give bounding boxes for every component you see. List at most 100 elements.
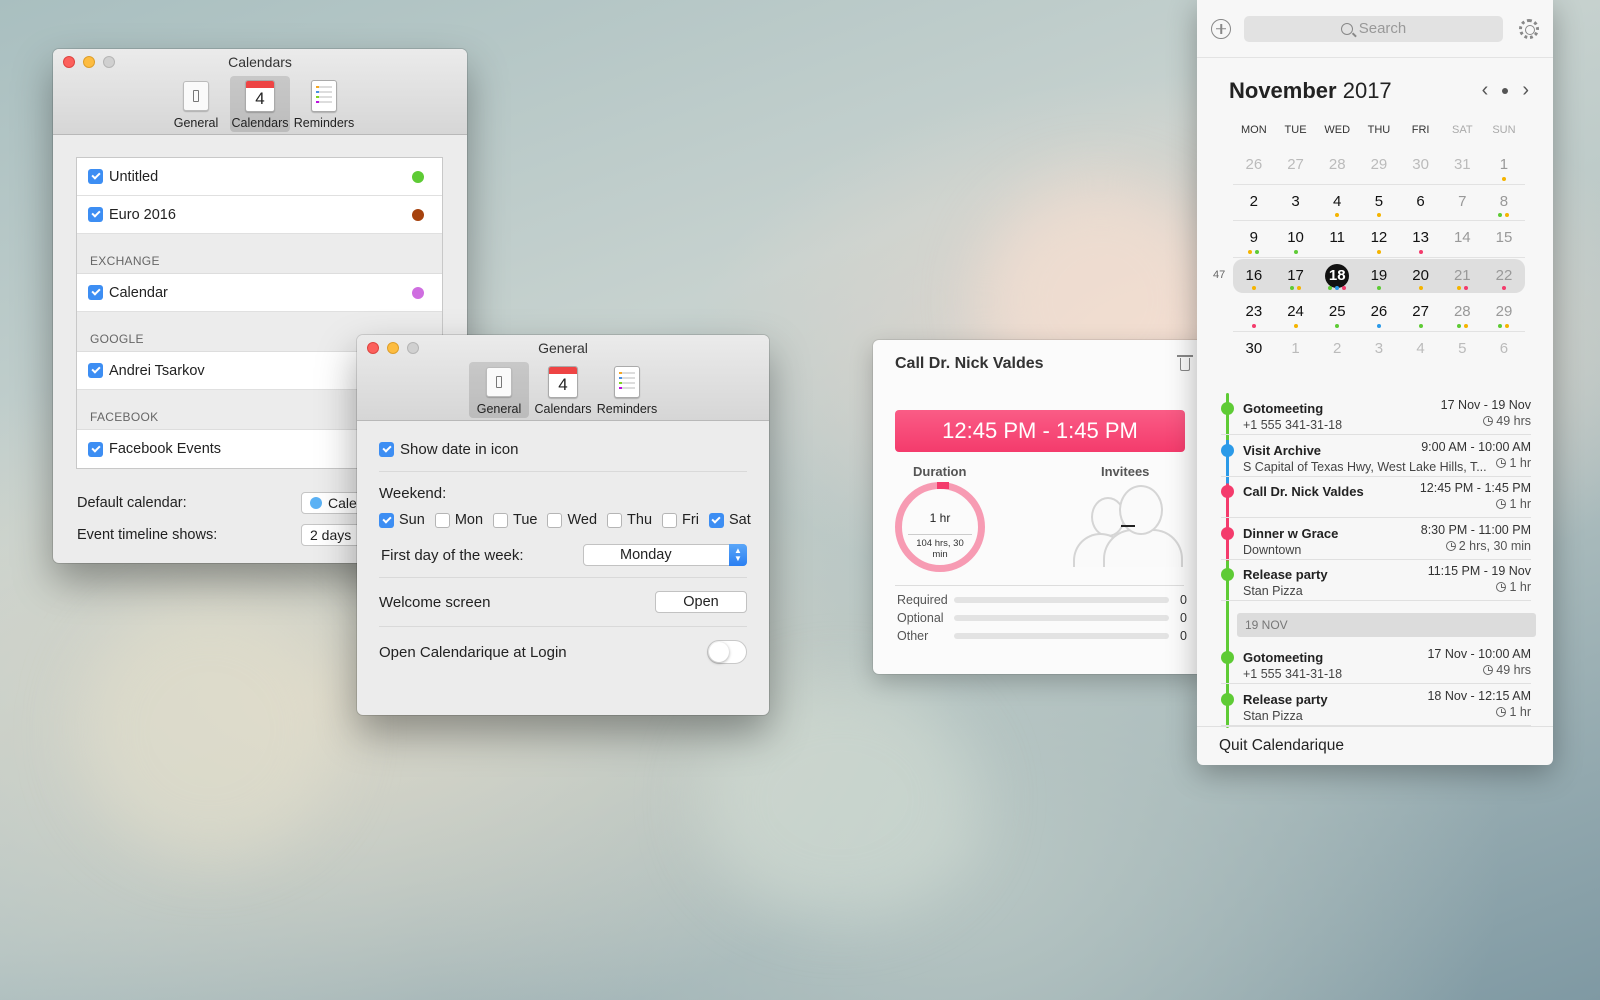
day-cell[interactable]: 6 — [1400, 185, 1442, 221]
invitees-placeholder-icon — [1073, 485, 1183, 567]
timeline-event[interactable]: Call Dr. Nick Valdes 12:45 PM - 1:45 PM 1 … — [1221, 476, 1531, 518]
day-cell[interactable]: 23 — [1233, 295, 1275, 331]
trash-icon[interactable] — [1177, 354, 1193, 371]
day-cell[interactable]: 30 — [1233, 332, 1275, 369]
chevron-right-icon[interactable]: › — [1522, 79, 1529, 102]
day-cell[interactable]: 5 — [1358, 185, 1400, 221]
quit-button[interactable]: Quit Calendarique — [1219, 737, 1344, 755]
day-cell[interactable]: 5 — [1441, 332, 1483, 369]
today-dot-button[interactable] — [1502, 87, 1509, 94]
search-placeholder: Search — [1358, 20, 1407, 37]
day-cell[interactable]: 11 — [1316, 221, 1358, 257]
event-title: Dinner w Grace — [1243, 525, 1339, 541]
day-thu[interactable]: Thu — [607, 512, 652, 528]
day-cell[interactable]: 9 — [1233, 221, 1275, 257]
checkbox[interactable] — [607, 512, 623, 528]
tab-general[interactable]: General — [166, 76, 226, 132]
checkbox[interactable] — [88, 169, 103, 184]
checkbox[interactable] — [662, 512, 678, 528]
event-dot-icon — [1463, 286, 1468, 291]
day-cell[interactable]: 2 — [1316, 332, 1358, 369]
checkbox[interactable] — [88, 363, 103, 378]
color-dot-icon[interactable] — [412, 286, 424, 299]
color-dot-icon[interactable] — [412, 208, 424, 221]
day-cell[interactable]: 14 — [1441, 221, 1483, 257]
checkbox[interactable] — [493, 512, 509, 528]
checkbox[interactable] — [434, 512, 450, 528]
day-cell[interactable]: 26 — [1358, 295, 1400, 331]
day-tue[interactable]: Tue — [493, 512, 537, 528]
day-cell[interactable]: 8 — [1483, 185, 1525, 221]
day-cell[interactable]: 24 — [1275, 295, 1317, 331]
gear-icon[interactable] — [1519, 18, 1539, 39]
day-mon[interactable]: Mon — [434, 512, 483, 528]
login-toggle[interactable] — [707, 640, 747, 664]
day-sun[interactable]: Sun — [379, 512, 425, 528]
day-cell[interactable]: 22 — [1483, 259, 1525, 293]
color-dot-icon[interactable] — [412, 170, 424, 183]
tab-reminders[interactable]: Reminders — [597, 362, 657, 418]
search-field[interactable]: Search — [1244, 15, 1503, 42]
calendar-item-calendar[interactable]: Calendar — [77, 274, 442, 312]
checkbox[interactable] — [88, 285, 103, 300]
day-cell[interactable]: 28 — [1316, 148, 1358, 184]
window-title: Calendars — [228, 54, 292, 70]
show-date-checkbox[interactable] — [379, 442, 394, 457]
day-cell[interactable]: 4 — [1316, 185, 1358, 221]
checkbox[interactable] — [88, 441, 103, 457]
day-cell[interactable]: 1 — [1275, 332, 1317, 369]
day-cell[interactable]: 16 — [1233, 259, 1275, 293]
day-fri[interactable]: Fri — [662, 512, 699, 528]
day-cell[interactable]: 28 — [1441, 295, 1483, 331]
day-cell[interactable]: 7 — [1441, 185, 1483, 221]
tab-calendars[interactable]: 4 Calendars — [533, 362, 593, 418]
day-cell[interactable]: 3 — [1358, 332, 1400, 369]
day-cell[interactable]: 17 — [1275, 259, 1317, 293]
tab-general[interactable]: General — [469, 362, 529, 418]
timeline-event[interactable]: Release party Stan Pizza 18 Nov - 12:15 AM… — [1221, 684, 1531, 726]
timeline-event[interactable]: Release party Stan Pizza 11:15 PM - 19 Nov… — [1221, 559, 1531, 601]
day-cell[interactable]: 2 — [1233, 185, 1275, 221]
day-wed[interactable]: Wed — [547, 512, 597, 528]
day-cell[interactable]: 6 — [1483, 332, 1525, 369]
day-cell[interactable]: 12 — [1358, 221, 1400, 257]
day-cell[interactable]: 20 — [1400, 259, 1442, 293]
timeline-event[interactable]: Visit Archive S Capital of Texas Hwy, Wes… — [1221, 435, 1531, 477]
timeline-event[interactable]: Dinner w Grace Downtown 8:30 PM - 11:00 PM… — [1221, 518, 1531, 560]
day-cell[interactable]: 26 — [1233, 148, 1275, 184]
tab-reminders[interactable]: Reminders — [294, 76, 354, 132]
day-cell[interactable]: 29 — [1483, 295, 1525, 331]
event-dot-icon — [1255, 250, 1260, 255]
day-cell[interactable]: 27 — [1275, 148, 1317, 184]
day-cell[interactable]: 15 — [1483, 221, 1525, 257]
welcome-open-button[interactable]: Open — [655, 591, 747, 613]
day-cell[interactable]: 25 — [1316, 295, 1358, 331]
timeline-event[interactable]: Gotomeeting +1 555 341-31-18 17 Nov - 10:0… — [1221, 642, 1531, 684]
day-cell[interactable]: 13 — [1400, 221, 1442, 257]
add-event-plus-icon[interactable] — [1211, 18, 1231, 39]
day-cell[interactable]: 19 — [1358, 259, 1400, 293]
day-cell[interactable]: 21 — [1441, 259, 1483, 293]
day-cell[interactable]: 31 — [1441, 148, 1483, 184]
day-cell[interactable]: 10 — [1275, 221, 1317, 257]
tab-calendars[interactable]: 4 Calendars — [230, 76, 290, 132]
day-cell[interactable]: 3 — [1275, 185, 1317, 221]
calendar-item-untitled[interactable]: Untitled — [77, 158, 442, 196]
welcome-label: Welcome screen — [379, 593, 491, 611]
chevron-left-icon[interactable]: ‹ — [1482, 79, 1489, 102]
day-sat[interactable]: Sat — [708, 512, 751, 528]
calendar-item-euro-2016[interactable]: Euro 2016 — [77, 196, 442, 234]
day-separator: 19 NOV — [1237, 613, 1536, 637]
day-cell[interactable]: 30 — [1400, 148, 1442, 184]
day-cell[interactable]: 1 — [1483, 148, 1525, 184]
checkbox[interactable] — [88, 207, 103, 222]
day-cell[interactable]: 29 — [1358, 148, 1400, 184]
first-day-select[interactable]: Monday ▲ ▼ — [583, 544, 747, 566]
timeline-event[interactable]: Gotomeeting +1 555 341-31-18 17 Nov - 19 N… — [1221, 393, 1531, 435]
day-cell-today[interactable]: 18 — [1316, 259, 1358, 293]
checkbox[interactable] — [379, 512, 394, 528]
day-cell[interactable]: 4 — [1400, 332, 1442, 369]
checkbox[interactable] — [708, 512, 724, 528]
checkbox[interactable] — [547, 512, 563, 528]
day-cell[interactable]: 27 — [1400, 295, 1442, 331]
